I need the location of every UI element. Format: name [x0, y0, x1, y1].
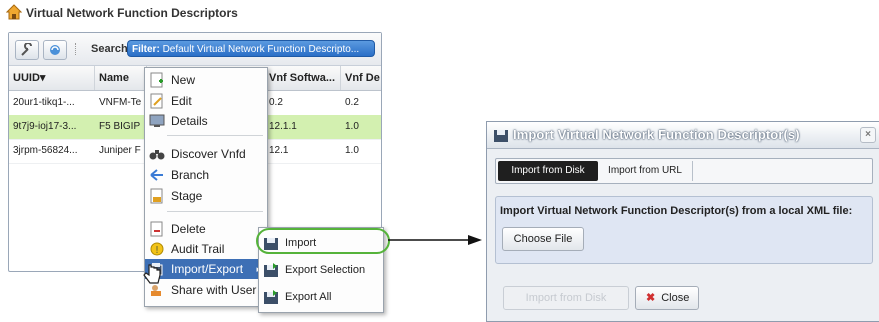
new-icon — [149, 72, 165, 88]
menu-item-audit-trail[interactable]: ! Audit Trail — [145, 239, 267, 259]
audit-icon: ! — [149, 241, 165, 257]
cell-vnf-software: 0.2 — [269, 97, 283, 108]
menu-item-share-with-user[interactable]: Share with User — [145, 280, 267, 300]
menu-item-export-all[interactable]: Export All — [259, 284, 383, 310]
menu-item-import-export[interactable]: Import/Export ▸ — [145, 259, 267, 279]
refresh-icon — [50, 45, 60, 55]
toolbar-separator — [75, 43, 78, 55]
cell-uuid: 3jrpm-56824... — [13, 145, 78, 156]
edit-icon — [149, 93, 165, 109]
filter-prefix: Filter: — [132, 44, 160, 55]
context-menu: New Edit Details Discover Vnfd Branch St… — [144, 67, 268, 307]
menu-separator — [167, 211, 263, 212]
cell-vnf-software: 12.1 — [269, 145, 289, 156]
cell-vnf-descriptor: 0.2 — [345, 97, 359, 108]
import-dialog: Import Virtual Network Function Descript… — [486, 121, 879, 322]
page-header: Virtual Network Function Descriptors — [5, 3, 238, 23]
import-icon — [493, 127, 509, 146]
cell-vnf-descriptor: 1.0 — [345, 145, 359, 156]
menu-item-branch[interactable]: Branch — [145, 165, 267, 185]
export-selection-icon — [263, 262, 279, 278]
search-label[interactable]: Search — [91, 43, 128, 55]
menu-item-discover-vnfd[interactable]: Discover Vnfd — [145, 144, 267, 164]
choose-file-button[interactable]: Choose File — [502, 227, 584, 251]
home-icon[interactable] — [5, 3, 23, 23]
cell-name: Juniper F — [99, 145, 141, 156]
cell-vnf-descriptor: 1.0 — [345, 121, 359, 132]
cell-vnf-software: 12.1.1 — [269, 121, 297, 132]
refresh-icon-button[interactable] — [43, 40, 67, 60]
menu-item-new[interactable]: New — [145, 70, 267, 90]
column-header-uuid[interactable]: UUID▾ — [9, 66, 95, 90]
export-all-icon — [263, 289, 279, 305]
import-highlight-callout — [256, 228, 390, 254]
close-button[interactable]: ✖ Close — [635, 286, 699, 310]
dialog-title: Import Virtual Network Function Descript… — [513, 127, 800, 142]
tab-import-from-disk[interactable]: Import from Disk — [498, 161, 598, 181]
page-title: Virtual Network Function Descriptors — [26, 6, 238, 20]
binoculars-icon — [149, 146, 165, 162]
import-instruction: Import Virtual Network Function Descript… — [500, 205, 853, 217]
filter-selector[interactable]: Filter: Default Virtual Network Function… — [127, 40, 375, 57]
cell-name: VNFM-Te — [99, 97, 142, 108]
branch-icon — [149, 167, 165, 183]
close-icon[interactable]: × — [860, 127, 876, 143]
column-header-vnf-descriptor[interactable]: Vnf De — [341, 66, 381, 90]
tab-import-from-url[interactable]: Import from URL — [598, 161, 693, 181]
close-x-icon: ✖ — [646, 292, 656, 304]
menu-item-stage[interactable]: Stage — [145, 186, 267, 206]
dialog-title-bar[interactable]: Import Virtual Network Function Descript… — [487, 122, 879, 149]
callout-arrow — [388, 235, 482, 245]
toolbar: Search Filter: Default Virtual Network F… — [9, 33, 381, 66]
details-icon — [149, 113, 165, 129]
cell-uuid: 9t7j9-ioj17-3... — [13, 121, 77, 132]
filter-value: Default Virtual Network Function Descrip… — [162, 44, 360, 55]
column-header-name[interactable]: Name — [95, 66, 147, 90]
svg-text:!: ! — [155, 245, 159, 256]
dialog-tabs: Import from Disk Import from URL — [495, 158, 873, 184]
cell-name: F5 BIGIP — [99, 121, 141, 132]
menu-separator — [167, 135, 263, 136]
stage-icon — [149, 188, 165, 204]
menu-item-details[interactable]: Details — [145, 111, 267, 131]
menu-item-edit[interactable]: Edit — [145, 91, 267, 111]
menu-item-delete[interactable]: Delete — [145, 219, 267, 239]
import-from-disk-button[interactable]: Import from Disk — [503, 286, 629, 310]
wrench-icon-button[interactable] — [15, 40, 39, 60]
import-from-disk-panel: Import Virtual Network Function Descript… — [495, 196, 873, 264]
wrench-icon — [21, 43, 32, 56]
column-header-vnf-software[interactable]: Vnf Softwa... — [265, 66, 341, 90]
cell-uuid: 20ur1-tikq1-... — [13, 97, 75, 108]
delete-icon — [149, 221, 165, 237]
hand-cursor-icon — [143, 263, 161, 288]
menu-item-export-selection[interactable]: Export Selection — [259, 257, 383, 283]
